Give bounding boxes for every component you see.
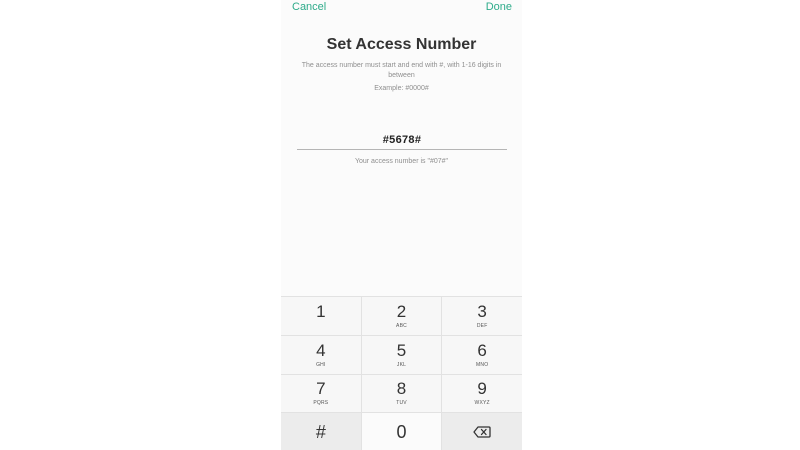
key-digit: 3 — [477, 301, 487, 321]
description-text: The access number must start and end wit… — [301, 62, 502, 79]
key-2[interactable]: 2 ABC — [361, 297, 442, 335]
key-hash[interactable]: # — [281, 413, 361, 450]
key-backspace[interactable] — [442, 413, 522, 450]
key-digit: 8 — [396, 379, 407, 399]
key-digit: 4 — [316, 340, 326, 360]
key-7[interactable]: 7 PQRS — [281, 374, 361, 413]
key-digit: 1 — [316, 301, 326, 321]
key-digit: 7 — [316, 379, 326, 399]
key-4[interactable]: 4 GHI — [281, 335, 361, 374]
key-letters: TUV — [396, 400, 407, 407]
backspace-icon — [473, 426, 491, 438]
key-1[interactable]: 1 — [281, 297, 361, 335]
done-button[interactable]: Done — [486, 1, 512, 13]
key-5[interactable]: 5 JKL — [361, 335, 442, 374]
key-0[interactable]: 0 — [361, 413, 442, 450]
key-letters: GHI — [316, 361, 326, 368]
key-digit: 9 — [477, 379, 487, 399]
access-number-value: #5678# — [382, 134, 422, 146]
key-letters: JKL — [396, 361, 407, 368]
key-hash-symbol: # — [315, 422, 326, 443]
numeric-keypad: 1 2 ABC 3 DEF 4 GHI 5 JKL 6 MNO 7 PQRS 8 — [281, 296, 522, 450]
key-letters: ABC — [396, 322, 407, 329]
top-bar: Cancel Done — [281, 0, 522, 18]
current-access-number-hint: Your access number is "#07#" — [354, 158, 449, 165]
cancel-button[interactable]: Cancel — [292, 1, 326, 13]
access-number-screen: Cancel Done Set Access Number The access… — [281, 0, 522, 450]
key-letters: DEF — [476, 322, 488, 329]
key-6[interactable]: 6 MNO — [442, 335, 522, 374]
key-9[interactable]: 9 WXYZ — [442, 374, 522, 413]
key-3[interactable]: 3 DEF — [442, 297, 522, 335]
key-digit: 2 — [396, 301, 407, 321]
key-letters: PQRS — [313, 400, 329, 407]
key-8[interactable]: 8 TUV — [361, 374, 442, 413]
key-digit: 6 — [477, 340, 487, 360]
key-digit: 0 — [396, 422, 407, 443]
page-title: Set Access Number — [326, 36, 477, 53]
example-text: Example: #0000# — [374, 85, 429, 92]
key-letters: MNO — [476, 361, 489, 368]
access-number-field[interactable]: #5678# — [297, 131, 507, 150]
key-digit: 5 — [396, 340, 407, 360]
key-letters: WXYZ — [474, 400, 490, 407]
